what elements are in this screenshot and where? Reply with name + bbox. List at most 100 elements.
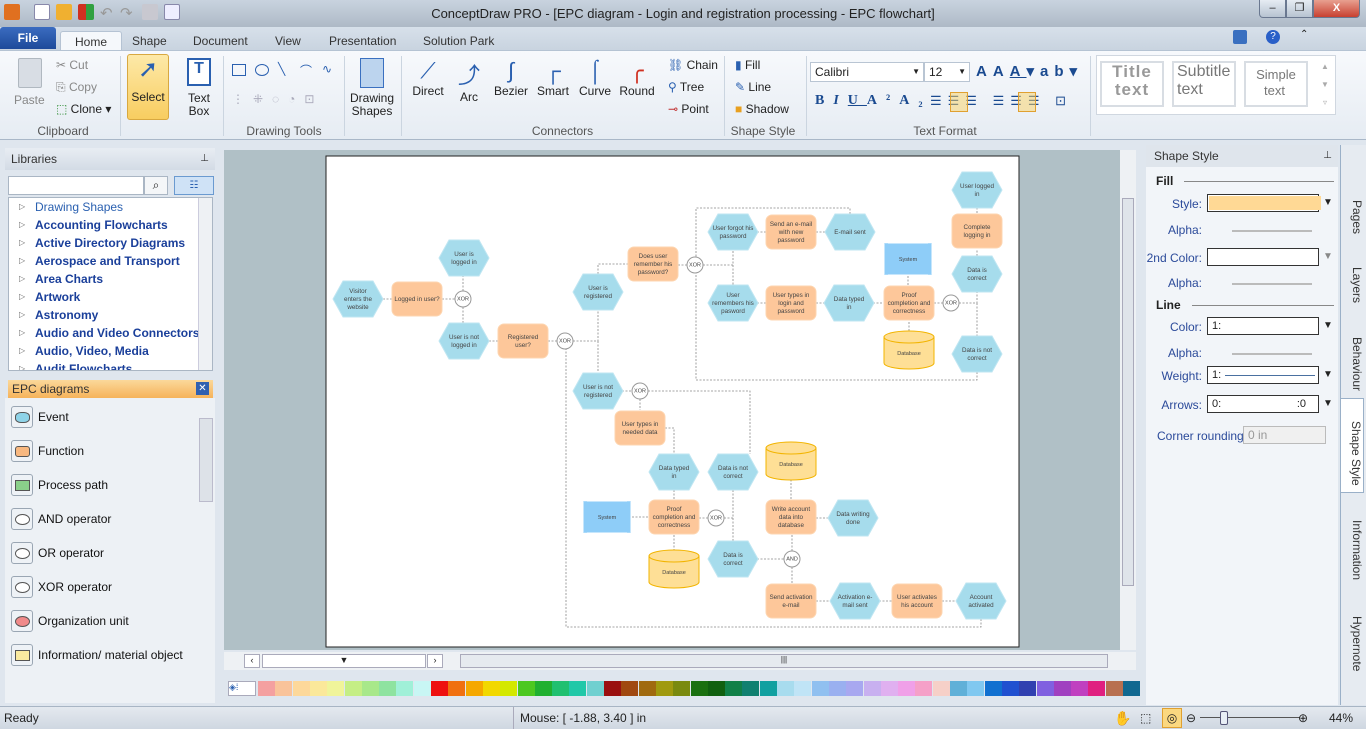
- function-node[interactable]: Write accountdata intodatabase: [765, 499, 817, 535]
- line-weight-select[interactable]: 1:: [1207, 366, 1319, 384]
- palette-swatch[interactable]: [379, 681, 397, 696]
- palette-swatch[interactable]: [482, 681, 500, 696]
- palette-swatch[interactable]: [431, 681, 448, 696]
- xor-operator[interactable]: XOR: [454, 290, 472, 308]
- fill-style-select[interactable]: [1207, 194, 1321, 212]
- event-node[interactable]: Data iscorrect: [707, 540, 759, 578]
- xor-operator[interactable]: XOR: [631, 382, 649, 400]
- palette-swatch[interactable]: [396, 681, 414, 696]
- event-node[interactable]: Data iscorrect: [951, 255, 1003, 293]
- palette-swatch[interactable]: [517, 681, 535, 696]
- event-node[interactable]: User isregistered: [572, 273, 624, 311]
- palette-swatch[interactable]: [534, 681, 552, 696]
- database-node[interactable]: Database: [883, 330, 935, 370]
- page-select[interactable]: ▼: [262, 654, 426, 668]
- line-weight-dropdown[interactable]: ▼: [1319, 365, 1337, 385]
- event-node[interactable]: User islogged in: [438, 239, 490, 277]
- zoom-slider[interactable]: [1200, 717, 1300, 718]
- second-color-select[interactable]: [1207, 248, 1319, 266]
- line-color-dropdown[interactable]: ▼: [1319, 316, 1337, 336]
- event-node[interactable]: User is notlogged in: [438, 322, 490, 360]
- palette-swatch[interactable]: [1036, 681, 1054, 696]
- xor-operator[interactable]: XOR: [942, 294, 960, 312]
- line-alpha-slider[interactable]: [1232, 353, 1312, 355]
- xor-operator[interactable]: XOR: [686, 256, 704, 274]
- palette-swatch[interactable]: [1123, 681, 1140, 696]
- palette-swatch[interactable]: [915, 681, 933, 696]
- prev-page-button[interactable]: ‹: [244, 654, 260, 668]
- pan-icon[interactable]: ✋: [1114, 707, 1131, 729]
- function-node[interactable]: User types inlogin andpassword: [765, 285, 817, 321]
- palette-swatch[interactable]: [984, 681, 1002, 696]
- palette-options-icon[interactable]: ◈⁞: [228, 681, 256, 696]
- function-node[interactable]: Registereduser?: [497, 323, 549, 359]
- pin-icon[interactable]: ⊥: [1323, 145, 1332, 167]
- system-node[interactable]: System: [582, 500, 632, 534]
- palette-swatch[interactable]: [759, 681, 777, 696]
- palette-swatch[interactable]: [863, 681, 881, 696]
- function-node[interactable]: Logged in user?: [391, 281, 443, 317]
- second-alpha-slider[interactable]: [1232, 283, 1312, 285]
- zoom-area-icon[interactable]: ⬚: [1140, 707, 1151, 729]
- palette-swatch[interactable]: [500, 681, 518, 696]
- palette-swatch[interactable]: [1053, 681, 1071, 696]
- event-node[interactable]: Accountactivated: [955, 582, 1007, 620]
- palette-swatch[interactable]: [638, 681, 656, 696]
- event-node[interactable]: User forgot hispassword: [707, 213, 759, 251]
- function-node[interactable]: Does userremember hispassword?: [627, 246, 679, 282]
- function-node[interactable]: Completelogging in: [951, 213, 1003, 249]
- fill-style-dropdown[interactable]: ▼: [1319, 193, 1337, 213]
- horizontal-scroll-thumb[interactable]: |||: [460, 654, 1108, 668]
- tab-behaviour[interactable]: Behaviour: [1340, 315, 1364, 395]
- fill-alpha-slider[interactable]: [1232, 230, 1312, 232]
- event-node[interactable]: Data typedin: [648, 453, 700, 491]
- event-node[interactable]: Data typedin: [823, 284, 875, 322]
- tab-pages[interactable]: Pages: [1340, 178, 1364, 238]
- next-page-button[interactable]: ›: [427, 654, 443, 668]
- event-node[interactable]: Userremembers hispasword: [707, 284, 759, 322]
- function-node[interactable]: User types inneeded data: [614, 410, 666, 446]
- tab-layers[interactable]: Layers: [1340, 245, 1364, 305]
- palette-swatch[interactable]: [794, 681, 812, 696]
- palette-swatch[interactable]: [552, 681, 570, 696]
- zoom-out-icon[interactable]: ⊖: [1186, 707, 1196, 729]
- palette-swatch[interactable]: [932, 681, 950, 696]
- palette-swatch[interactable]: [586, 681, 604, 696]
- palette-swatch[interactable]: [707, 681, 725, 696]
- arrows-dropdown[interactable]: ▼: [1319, 394, 1337, 414]
- palette-swatch[interactable]: [742, 681, 760, 696]
- arrows-select[interactable]: 0::0: [1207, 395, 1319, 413]
- palette-swatch[interactable]: [1019, 681, 1037, 696]
- event-node[interactable]: User is notregistered: [572, 372, 624, 410]
- palette-swatch[interactable]: [725, 681, 743, 696]
- palette-swatch[interactable]: [967, 681, 985, 696]
- palette-swatch[interactable]: [309, 681, 327, 696]
- palette-swatch[interactable]: [465, 681, 483, 696]
- palette-swatch[interactable]: [655, 681, 673, 696]
- corner-rounding-input[interactable]: 0 in: [1243, 426, 1326, 444]
- zoom-in-icon[interactable]: ⊕: [1298, 707, 1308, 729]
- event-node[interactable]: Data writingdone: [827, 499, 879, 537]
- tab-shape-style[interactable]: Shape Style: [1340, 398, 1364, 493]
- event-node[interactable]: Activation e-mail sent: [829, 582, 881, 620]
- tab-hypernote[interactable]: Hypernote: [1340, 594, 1364, 674]
- palette-swatch[interactable]: [1001, 681, 1019, 696]
- zoom-slider-thumb[interactable]: [1220, 711, 1228, 725]
- system-node[interactable]: System: [883, 242, 933, 276]
- event-node[interactable]: E-mail sent: [824, 213, 876, 251]
- palette-swatch[interactable]: [950, 681, 967, 696]
- palette-swatch[interactable]: [413, 681, 431, 696]
- palette-swatch[interactable]: [1105, 681, 1123, 696]
- palette-swatch[interactable]: [898, 681, 916, 696]
- palette-swatch[interactable]: [361, 681, 379, 696]
- function-node[interactable]: Send an e-mailwith newpassword: [765, 214, 817, 250]
- xor-operator[interactable]: XOR: [707, 509, 725, 527]
- second-color-dropdown[interactable]: ▼: [1319, 247, 1337, 267]
- line-color-select[interactable]: 1:: [1207, 317, 1319, 335]
- event-node[interactable]: Data is notcorrect: [951, 335, 1003, 373]
- palette-swatch[interactable]: [880, 681, 898, 696]
- palette-swatch[interactable]: [569, 681, 587, 696]
- palette-swatch[interactable]: [673, 681, 691, 696]
- tab-information[interactable]: Information: [1340, 498, 1364, 588]
- palette-swatch[interactable]: [604, 681, 621, 696]
